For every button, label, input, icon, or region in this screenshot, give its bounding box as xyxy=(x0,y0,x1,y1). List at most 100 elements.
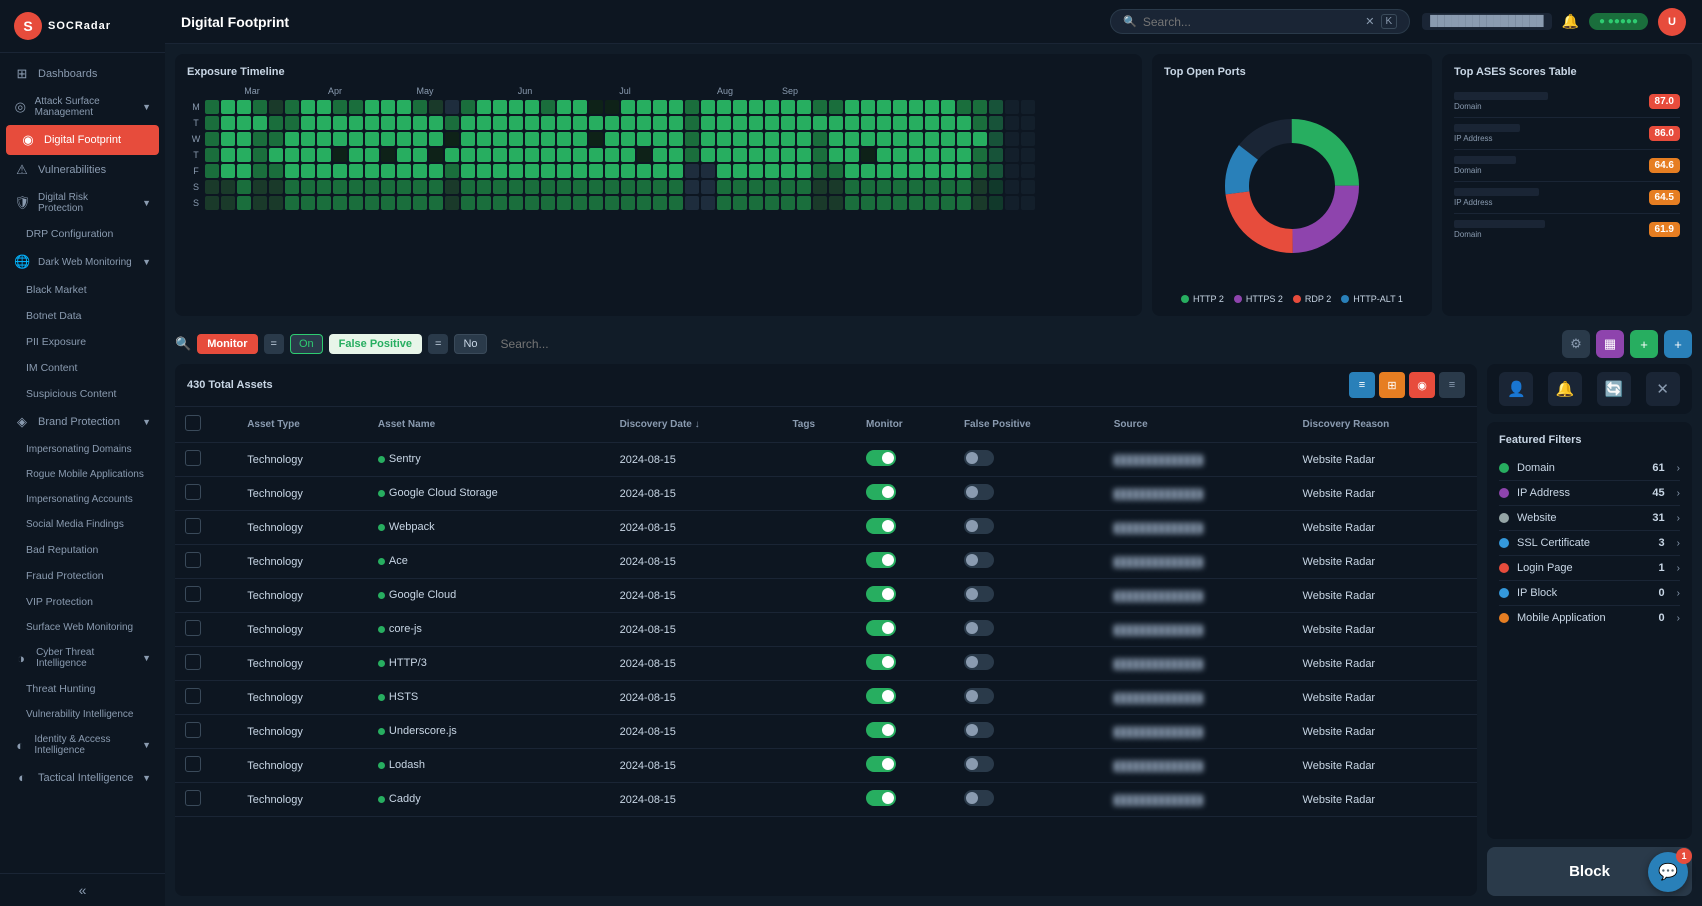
eq2-btn[interactable]: = xyxy=(428,334,448,354)
table-row[interactable]: Technology Underscore.js 2024-08-15 ████… xyxy=(175,715,1477,749)
sidebar-item-social-media[interactable]: Social Media Findings xyxy=(0,512,165,537)
monitor-toggle[interactable] xyxy=(866,620,896,636)
sidebar-collapse-btn[interactable]: « xyxy=(0,873,165,906)
row-fp-0[interactable] xyxy=(954,443,1104,477)
row-monitor-6[interactable] xyxy=(856,647,954,681)
fp-toggle[interactable] xyxy=(964,620,994,636)
select-all-checkbox[interactable] xyxy=(185,415,201,431)
sidebar-item-im-content[interactable]: IM Content xyxy=(0,355,165,381)
row-fp-9[interactable] xyxy=(954,749,1104,783)
monitor-toggle[interactable] xyxy=(866,518,896,534)
filter-search-input[interactable] xyxy=(493,333,1556,355)
sidebar-item-vuln-intel[interactable]: Vulnerability Intelligence xyxy=(0,702,165,727)
row-fp-5[interactable] xyxy=(954,613,1104,647)
table-row[interactable]: Technology Caddy 2024-08-15 ████████████… xyxy=(175,783,1477,817)
table-row[interactable]: Technology Webpack 2024-08-15 ██████████… xyxy=(175,511,1477,545)
monitor-toggle[interactable] xyxy=(866,722,896,738)
row-checkbox[interactable] xyxy=(185,518,201,534)
on-btn[interactable]: On xyxy=(290,334,323,354)
fp-toggle[interactable] xyxy=(964,450,994,466)
table-row[interactable]: Technology Ace 2024-08-15 ██████████████… xyxy=(175,545,1477,579)
filter-columns-btn[interactable]: ▦ xyxy=(1596,330,1624,358)
chat-widget[interactable]: 💬 1 xyxy=(1648,852,1688,892)
assets-table-scroll[interactable]: Asset Type Asset Name Discovery Date ↓ T… xyxy=(175,407,1477,896)
table-row[interactable]: Technology Sentry 2024-08-15 ███████████… xyxy=(175,443,1477,477)
row-checkbox-1[interactable] xyxy=(175,477,237,511)
close-search-icon[interactable]: ✕ xyxy=(1365,15,1374,28)
monitor-toggle[interactable] xyxy=(866,586,896,602)
row-monitor-3[interactable] xyxy=(856,545,954,579)
row-fp-10[interactable] xyxy=(954,783,1104,817)
sidebar-item-threat-hunting[interactable]: Threat Hunting xyxy=(0,676,165,702)
featured-filter-domain[interactable]: Domain 61 › xyxy=(1499,456,1680,481)
table-row[interactable]: Technology HSTS 2024-08-15 █████████████… xyxy=(175,681,1477,715)
monitor-toggle[interactable] xyxy=(866,654,896,670)
no-btn[interactable]: No xyxy=(454,334,486,354)
sidebar-item-botnet-data[interactable]: Botnet Data xyxy=(0,303,165,329)
row-checkbox-8[interactable] xyxy=(175,715,237,749)
sidebar-item-vip-protection[interactable]: VIP Protection xyxy=(0,589,165,615)
monitor-toggle[interactable] xyxy=(866,790,896,806)
sidebar-item-identity-access[interactable]: ◐ Identity & Access Intelligence ▼ xyxy=(0,727,165,763)
featured-filter-login-page[interactable]: Login Page 1 › xyxy=(1499,556,1680,581)
row-checkbox-3[interactable] xyxy=(175,545,237,579)
row-checkbox-6[interactable] xyxy=(175,647,237,681)
row-checkbox[interactable] xyxy=(185,654,201,670)
row-checkbox[interactable] xyxy=(185,586,201,602)
row-checkbox[interactable] xyxy=(185,620,201,636)
row-checkbox[interactable] xyxy=(185,722,201,738)
sidebar-item-rogue-mobile[interactable]: Rogue Mobile Applications xyxy=(0,462,165,487)
sidebar-item-vulnerabilities[interactable]: ⚠ Vulnerabilities xyxy=(0,155,165,185)
featured-filter-ssl-certificate[interactable]: SSL Certificate 3 › xyxy=(1499,531,1680,556)
monitor-toggle[interactable] xyxy=(866,756,896,772)
sidebar-item-brand-protection[interactable]: ◈ Brand Protection ▼ xyxy=(0,407,165,437)
table-row[interactable]: Technology Google Cloud 2024-08-15 █████… xyxy=(175,579,1477,613)
sidebar-item-cyber-threat[interactable]: ◑ Cyber Threat Intelligence ▼ xyxy=(0,640,165,676)
view-grid-btn[interactable]: ⊞ xyxy=(1379,372,1405,398)
col-discovery-date[interactable]: Discovery Date ↓ xyxy=(610,407,783,443)
row-checkbox-5[interactable] xyxy=(175,613,237,647)
row-checkbox[interactable] xyxy=(185,688,201,704)
fp-toggle[interactable] xyxy=(964,688,994,704)
sidebar-item-impersonating-accounts[interactable]: Impersonating Accounts xyxy=(0,487,165,512)
fp-toggle[interactable] xyxy=(964,484,994,500)
row-checkbox[interactable] xyxy=(185,756,201,772)
table-row[interactable]: Technology Google Cloud Storage 2024-08-… xyxy=(175,477,1477,511)
sidebar-item-fraud-protection[interactable]: Fraud Protection xyxy=(0,563,165,589)
row-fp-6[interactable] xyxy=(954,647,1104,681)
row-checkbox-4[interactable] xyxy=(175,579,237,613)
row-fp-8[interactable] xyxy=(954,715,1104,749)
row-fp-1[interactable] xyxy=(954,477,1104,511)
row-fp-3[interactable] xyxy=(954,545,1104,579)
row-monitor-2[interactable] xyxy=(856,511,954,545)
featured-filter-ip-block[interactable]: IP Block 0 › xyxy=(1499,581,1680,606)
row-monitor-5[interactable] xyxy=(856,613,954,647)
false-positive-filter-btn[interactable]: False Positive xyxy=(329,334,422,354)
filter-close-btn[interactable]: ✕ xyxy=(1646,372,1680,406)
fp-toggle[interactable] xyxy=(964,552,994,568)
table-row[interactable]: Technology Lodash 2024-08-15 ███████████… xyxy=(175,749,1477,783)
sidebar-item-digital-footprint[interactable]: ◉ Digital Footprint xyxy=(6,125,159,155)
row-monitor-4[interactable] xyxy=(856,579,954,613)
fp-toggle[interactable] xyxy=(964,586,994,602)
monitor-toggle[interactable] xyxy=(866,484,896,500)
sidebar-item-dark-web[interactable]: 🌐 Dark Web Monitoring ▼ xyxy=(0,247,165,277)
featured-filter-website[interactable]: Website 31 › xyxy=(1499,506,1680,531)
row-checkbox-9[interactable] xyxy=(175,749,237,783)
featured-filter-mobile-application[interactable]: Mobile Application 0 › xyxy=(1499,606,1680,630)
filter-user-btn[interactable]: 👤 xyxy=(1499,372,1533,406)
row-fp-7[interactable] xyxy=(954,681,1104,715)
row-checkbox[interactable] xyxy=(185,450,201,466)
row-monitor-10[interactable] xyxy=(856,783,954,817)
sidebar-item-pii[interactable]: PII Exposure xyxy=(0,329,165,355)
row-checkbox-10[interactable] xyxy=(175,783,237,817)
view-map-btn[interactable]: ◉ xyxy=(1409,372,1435,398)
row-monitor-7[interactable] xyxy=(856,681,954,715)
monitor-toggle[interactable] xyxy=(866,552,896,568)
monitor-toggle[interactable] xyxy=(866,450,896,466)
sidebar-item-surface-web[interactable]: Surface Web Monitoring xyxy=(0,615,165,640)
sidebar-item-tactical-intel[interactable]: ◐ Tactical Intelligence ▼ xyxy=(0,763,165,792)
sidebar-item-suspicious[interactable]: Suspicious Content xyxy=(0,381,165,407)
row-monitor-8[interactable] xyxy=(856,715,954,749)
row-checkbox-0[interactable] xyxy=(175,443,237,477)
